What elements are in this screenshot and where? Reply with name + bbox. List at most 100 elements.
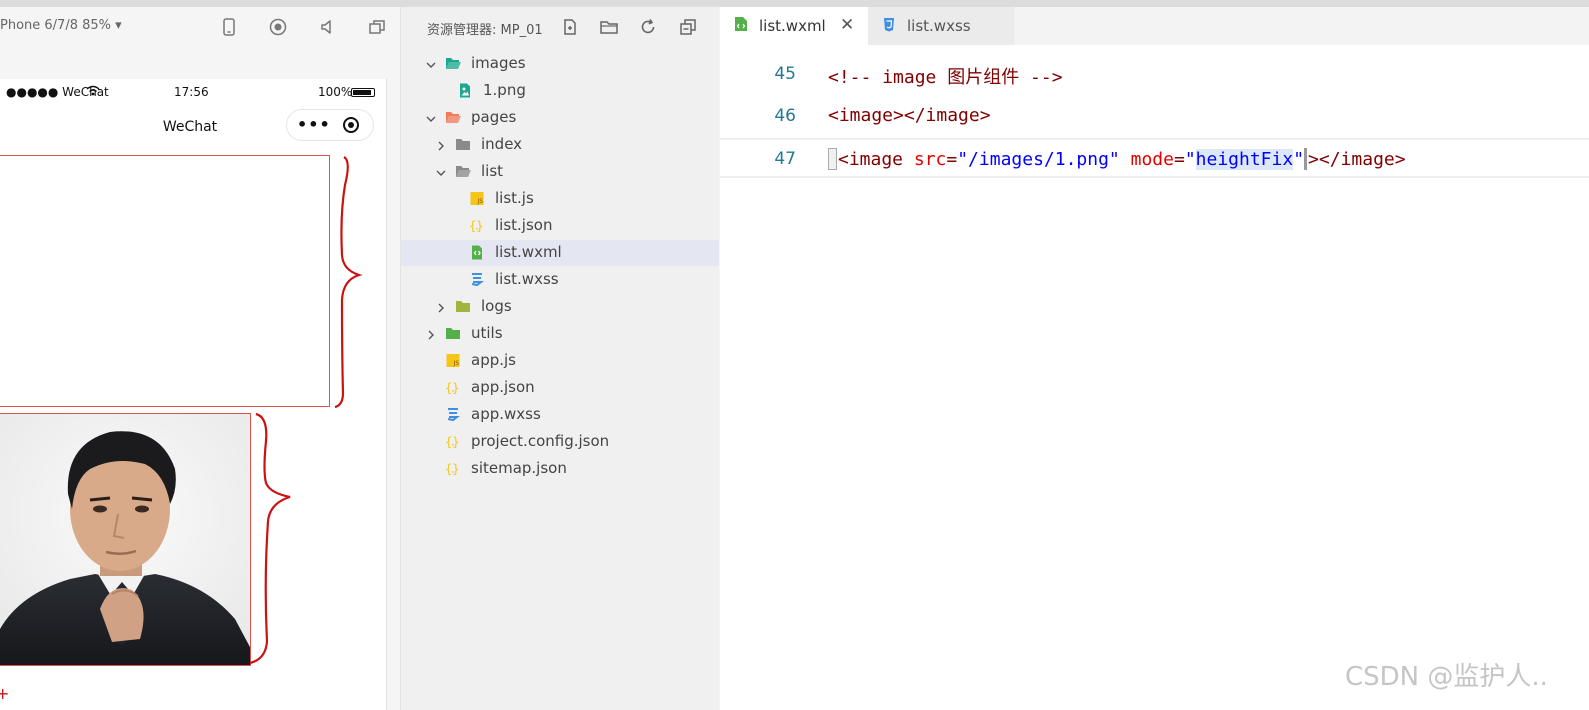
tree-item-app-json[interactable]: {} app.json [401,375,719,401]
code-line-47[interactable]: 47 <image src="/images/1.png" mode="heig… [720,138,1589,178]
editor-tabs: list.wxml ✕ list.wxss [720,7,1589,45]
tab-list-wxss[interactable]: list.wxss [868,7,1014,45]
json-icon: {} [445,434,461,449]
tree-item-images[interactable]: images [401,51,719,77]
tab-list-wxml[interactable]: list.wxml ✕ [720,7,868,45]
code-text: <image></image> [828,105,991,126]
code-equals: = [946,149,958,170]
json-icon: {} [445,461,461,476]
refresh-icon[interactable] [638,17,658,37]
battery-percent: 100% [318,85,353,99]
chevron-down-icon[interactable] [425,57,437,69]
phone-screen: ●●●●● WeChat 17:56 100% WeChat ••• + [0,79,387,710]
code-string-src: "/images/1.png" [957,149,1120,170]
tree-item-label: project.config.json [471,432,610,450]
svg-text:JS: JS [477,198,484,205]
explorer-title: 资源管理器: MP_01 [427,23,543,38]
svg-text:JS: JS [453,360,460,367]
code-comment: <!-- image 图片组件 --> [828,67,1063,88]
folder-open-icon [455,164,471,179]
red-brace-annotation [249,412,291,665]
close-target-icon[interactable] [343,117,359,133]
chevron-right-icon[interactable] [425,327,437,340]
tree-item-label: pages [471,108,517,126]
code-line-45[interactable]: 45 <!-- image 图片组件 --> [720,55,1589,95]
chevron-right-icon[interactable] [435,138,447,151]
svg-text:{}: {} [469,219,483,233]
code-tag-close: ></image> [1308,149,1406,170]
phone-icon[interactable] [219,17,239,37]
svg-text:{}: {} [445,435,459,449]
svg-text:{}: {} [445,462,459,476]
chevron-right-icon[interactable] [435,300,447,313]
tree-item-label: images [471,54,526,72]
status-time: 17:56 [174,85,209,99]
js-icon: JS [469,191,485,206]
tree-item-list-wxss[interactable]: list.wxss [401,267,719,293]
tree-item-pages[interactable]: pages [401,105,719,131]
line-number: 46 [774,106,796,126]
code-quote: " [1184,149,1196,170]
collapse-icon[interactable] [678,17,698,37]
tree-item-list[interactable]: list [401,159,719,185]
tree-item-utils[interactable]: utils [401,321,719,347]
nav-title: WeChat [162,119,218,135]
tree-item-logs[interactable]: logs [401,294,719,320]
empty-image-box [0,155,330,407]
tree-item-1-png[interactable]: 1.png [401,78,719,104]
chevron-down-icon[interactable] [425,111,437,123]
tree-item-list-js[interactable]: JS list.js [401,186,719,212]
window-icon[interactable] [367,17,387,37]
tree-item-label: index [481,135,523,153]
code-text: <image src="/images/1.png" mode="heightF… [828,148,1406,170]
tree-item-app-js[interactable]: JS app.js [401,348,719,374]
tree-item-label: logs [481,297,512,315]
text-cursor [828,148,837,170]
top-window-strip [0,0,1589,7]
code-attr-src: src [913,149,947,170]
device-selector[interactable]: Phone 6/7/8 85% ▾ [0,18,122,33]
tree-item-label: list.js [495,189,534,207]
red-plus-mark: + [0,684,10,703]
tree-item-index[interactable]: index [401,132,719,158]
line-number: 47 [774,149,796,169]
close-icon[interactable]: ✕ [840,15,854,35]
line-number: 45 [774,64,796,84]
tree-item-label: app.wxss [471,405,541,423]
red-brace-annotation [334,156,363,409]
new-file-icon[interactable] [560,17,580,37]
tree-item-list-json[interactable]: {} list.json [401,213,719,239]
code-equals: = [1173,149,1185,170]
wxml-file-icon [735,17,747,31]
json-icon: {} [469,218,485,233]
folder-icon [445,326,461,341]
tree-item-label: sitemap.json [471,459,567,477]
tree-item-label: utils [471,324,503,342]
tree-item-label: 1.png [483,81,526,99]
tree-item-project-config-json[interactable]: {} project.config.json [401,429,719,455]
code-tag-open: <image [838,149,914,170]
tree-item-label: app.js [471,351,516,369]
volume-icon[interactable] [318,17,338,37]
new-folder-icon[interactable] [599,17,619,37]
tree-item-label: list.wxml [495,243,562,261]
tree-item-app-wxss[interactable]: app.wxss [401,402,719,428]
mini-program-capsule[interactable]: ••• [286,109,374,141]
simulator-panel: Phone 6/7/8 85% ▾ ●●●●● WeChat 17:56 100… [0,7,401,710]
code-editor: list.wxml ✕ list.wxss 45 <!-- image 图片组件… [720,7,1589,710]
tree-item-sitemap-json[interactable]: {} sitemap.json [401,456,719,482]
simulator-toolbar: Phone 6/7/8 85% ▾ [0,7,400,47]
chevron-down-icon[interactable] [435,165,447,177]
tree-item-label: list [481,162,504,180]
tree-item-label: app.json [471,378,535,396]
tree-item-list-wxml[interactable]: list.wxml [401,240,719,266]
wifi-icon [86,85,100,99]
portrait-image-box [0,413,251,666]
more-icon[interactable]: ••• [297,115,331,134]
record-icon[interactable] [268,17,288,37]
file-explorer: 资源管理器: MP_01 images 1.png pages index list JS… [401,7,719,710]
code-line-46[interactable]: 46 <image></image> [720,97,1589,137]
folder-icon [455,137,471,152]
tree-item-label: list.wxss [495,270,559,288]
tab-label: list.wxml [759,17,826,35]
